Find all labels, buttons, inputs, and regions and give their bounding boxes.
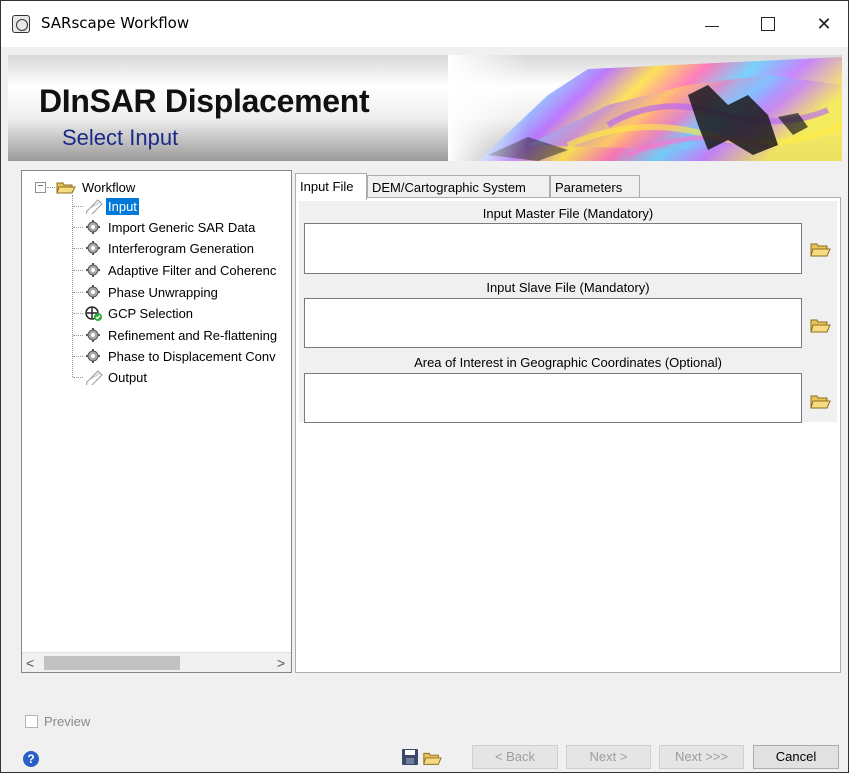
- area-of-interest-field[interactable]: [304, 373, 802, 423]
- tree-item-adaptive-filter[interactable]: Adaptive Filter and Coherenc: [84, 260, 278, 280]
- window-title: SARscape Workflow: [41, 14, 190, 32]
- tab-input-file[interactable]: Input File: [295, 173, 367, 200]
- minimize-icon: [705, 25, 719, 27]
- maximize-button[interactable]: [745, 1, 791, 47]
- tree-item-import-generic-sar-data[interactable]: Import Generic SAR Data: [84, 217, 257, 237]
- tree-item-input[interactable]: Input: [84, 196, 139, 216]
- scroll-left-arrow[interactable]: <: [26, 655, 34, 671]
- gear-icon: [86, 263, 100, 277]
- input-slave-field[interactable]: [304, 298, 802, 348]
- tree-item-label: Output: [108, 369, 148, 385]
- tree-item-label: Phase Unwrapping: [108, 284, 218, 300]
- save-icon[interactable]: [400, 747, 420, 767]
- sarscape-workflow-window: SARscape Workflow ✕ DInSAR Displacement …: [0, 0, 849, 773]
- app-icon: [12, 15, 30, 33]
- tree-item-label: Adaptive Filter and Coherenc: [108, 262, 277, 278]
- area-of-interest-label: Area of Interest in Geographic Coordinat…: [414, 355, 722, 370]
- folder-open-icon[interactable]: [809, 313, 831, 335]
- tree-item-label: Import Generic SAR Data: [108, 219, 256, 235]
- tab-dem-cartographic-system[interactable]: DEM/Cartographic System: [367, 175, 550, 198]
- minimize-button[interactable]: [689, 1, 735, 47]
- help-icon[interactable]: ?: [23, 751, 39, 767]
- tree-item-label: Input: [106, 197, 139, 215]
- input-master-label: Input Master File (Mandatory): [482, 206, 654, 221]
- close-icon: ✕: [816, 13, 832, 34]
- maximize-icon: [761, 17, 775, 31]
- tab-panel-input-file: Input Master File (Mandatory) Input Slav…: [295, 197, 841, 673]
- open-folder-icon[interactable]: [422, 747, 442, 767]
- preview-label: Preview: [44, 714, 91, 729]
- tree-item-workflow[interactable]: Workflow: [56, 177, 137, 197]
- close-button[interactable]: ✕: [801, 1, 847, 47]
- tree-item-refinement[interactable]: Refinement and Re-flattening: [84, 325, 279, 345]
- checkbox[interactable]: [25, 715, 38, 728]
- workflow-tree[interactable]: − Workflow Input Import Generic SAR Data: [21, 170, 292, 673]
- header-banner: DInSAR Displacement Select Input: [8, 55, 842, 161]
- tree-item-interferogram-generation[interactable]: Interferogram Generation: [84, 238, 256, 258]
- tab-parameters[interactable]: Parameters: [550, 175, 640, 198]
- next-all-button[interactable]: Next >>>: [659, 745, 744, 769]
- gear-icon: [86, 349, 100, 363]
- tree-item-label: GCP Selection: [108, 305, 194, 321]
- title-bar: SARscape Workflow ✕: [1, 1, 848, 47]
- pencil-icon: [85, 370, 103, 385]
- folder-open-icon[interactable]: [809, 237, 831, 259]
- tree-horizontal-scrollbar[interactable]: < >: [22, 652, 291, 672]
- tree-item-output[interactable]: Output: [84, 367, 149, 387]
- tree-item-label: Workflow: [82, 179, 136, 195]
- page-title: DInSAR Displacement: [39, 83, 370, 119]
- tree-item-phase-unwrapping[interactable]: Phase Unwrapping: [84, 282, 220, 302]
- preview-checkbox[interactable]: Preview: [25, 714, 90, 729]
- pencil-icon: [85, 199, 103, 214]
- gear-icon: [86, 328, 100, 342]
- crosshair-check-icon: [85, 306, 102, 321]
- cancel-button[interactable]: Cancel: [753, 745, 839, 769]
- gear-icon: [86, 285, 100, 299]
- collapse-icon[interactable]: −: [35, 182, 46, 193]
- tree-item-label: Refinement and Re-flattening: [108, 327, 278, 343]
- next-button[interactable]: Next >: [566, 745, 651, 769]
- scrollbar-thumb[interactable]: [44, 656, 180, 670]
- folder-open-icon[interactable]: [809, 389, 831, 411]
- tree-item-gcp-selection[interactable]: GCP Selection: [84, 303, 195, 323]
- tree-item-label: Phase to Displacement Conv: [108, 348, 276, 364]
- tree-item-label: Interferogram Generation: [108, 240, 254, 256]
- input-master-field[interactable]: [304, 223, 802, 274]
- back-button[interactable]: < Back: [472, 745, 558, 769]
- folder-open-icon: [56, 182, 76, 194]
- gear-icon: [86, 241, 100, 255]
- input-slave-label: Input Slave File (Mandatory): [486, 280, 650, 295]
- input-file-section: Input Master File (Mandatory) Input Slav…: [299, 201, 837, 423]
- scroll-right-arrow[interactable]: >: [277, 655, 285, 671]
- page-subtitle: Select Input: [62, 125, 179, 150]
- tree-item-phase-to-displacement[interactable]: Phase to Displacement Conv: [84, 346, 278, 366]
- gear-icon: [86, 220, 100, 234]
